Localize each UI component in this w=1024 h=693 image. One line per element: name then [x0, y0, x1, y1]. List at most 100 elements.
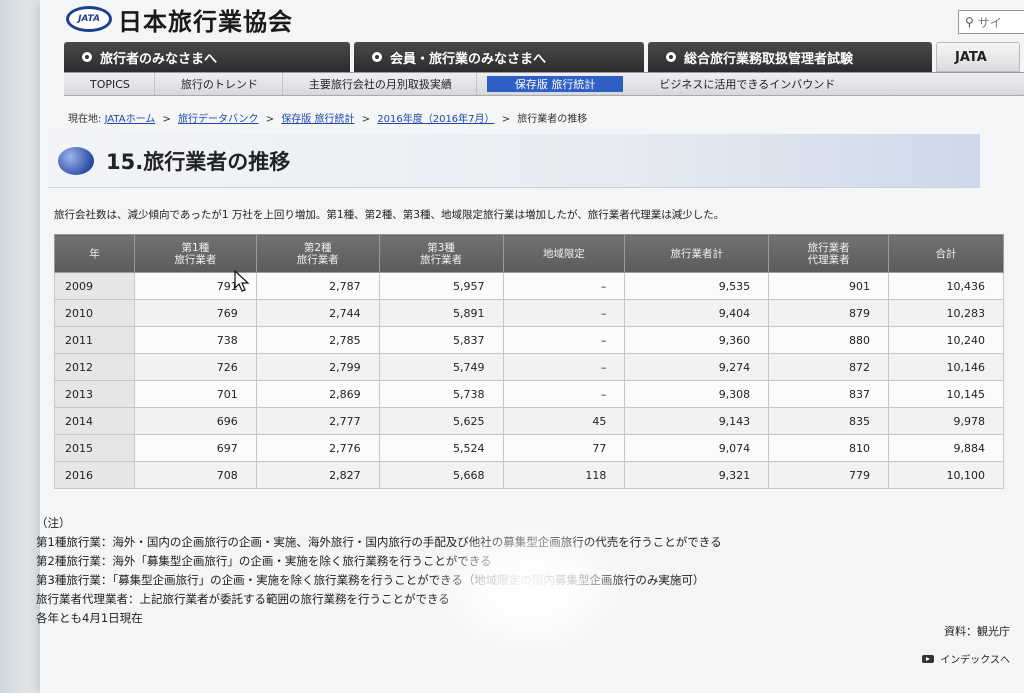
- table-cell: 837: [768, 380, 890, 408]
- note-line: 各年とも4月1日現在: [36, 611, 143, 625]
- table-cell: –: [502, 353, 626, 381]
- table-cell: –: [502, 380, 626, 408]
- note-line: 第2種旅行業：海外「募集型企画旅行」の企画・実施を除く旅行業務を行うことができる: [36, 554, 492, 568]
- table-row: 2015 697 2,776 5,524 77 9,074 810 9,884: [54, 434, 1004, 462]
- table-cell: 701: [133, 380, 257, 408]
- table-cell: 810: [768, 434, 890, 462]
- tab-members[interactable]: 会員・旅行業のみなさまへ: [354, 42, 644, 72]
- breadcrumb-separator: >: [162, 114, 171, 125]
- table-header-cell: 旅行業者 代理業者: [768, 234, 890, 273]
- tab-travelers[interactable]: 旅行者のみなさまへ: [64, 42, 350, 72]
- table-cell: 880: [768, 326, 890, 354]
- table-year-cell: 2013: [54, 380, 135, 408]
- tab-label: 旅行者のみなさまへ: [100, 51, 218, 67]
- bullet-icon: [82, 52, 92, 62]
- table-row: 2013 701 2,869 5,738–9,308 837 10,145: [54, 380, 1004, 408]
- breadcrumb-separator: >: [501, 114, 511, 125]
- note-line: 第1種旅行業：海外・国内の企画旅行の企画・実施、海外旅行・国内旅行の手配及び他社…: [36, 535, 722, 549]
- table-cell: 10,436: [888, 272, 1004, 300]
- breadcrumb-separator: >: [361, 114, 371, 125]
- table-row: 2009 791 2,787 5,957–9,535 901 10,436: [54, 272, 1004, 300]
- table-header-row: 年第1種 旅行業者 第2種 旅行業者 第3種 旅行業者 地域限定 旅行業者計 旅行業者 代…: [54, 234, 1004, 273]
- subnav-inbound[interactable]: ビジネスに活用できるインバウンド: [633, 73, 859, 95]
- table-cell: 2,799: [255, 353, 380, 381]
- table-cell: 10,283: [888, 299, 1004, 327]
- search-input[interactable]: ⚲ サイ: [958, 10, 1024, 34]
- table-cell: 696: [133, 407, 257, 435]
- breadcrumb-databank[interactable]: 旅行データバンク: [178, 114, 259, 125]
- table-cell: 2,785: [255, 326, 380, 354]
- table-year-cell: 2014: [54, 407, 135, 435]
- table-cell: 2,776: [255, 434, 380, 462]
- table-row: 2010 769 2,744 5,891–9,404 879 10,283: [54, 299, 1004, 327]
- tab-label: 会員・旅行業のみなさまへ: [390, 51, 547, 67]
- table-year-cell: 2010: [54, 299, 135, 327]
- table-row: 2011 738 2,785 5,837–9,360 880 10,240: [54, 326, 1004, 354]
- table-cell: 697: [133, 434, 257, 462]
- table-cell: –: [502, 272, 626, 300]
- table-cell: 9,404: [624, 299, 770, 327]
- subnav-travel-statistics[interactable]: 保存版 旅行統計: [486, 76, 624, 92]
- arrow-icon: [922, 654, 935, 663]
- table-cell: 9,884: [888, 434, 1004, 462]
- site-brand[interactable]: JATA 日本旅行業協会: [66, 2, 293, 36]
- tab-jata[interactable]: JATA: [936, 42, 1020, 72]
- breadcrumb-home[interactable]: JATAホーム: [105, 114, 156, 125]
- subnav-trend[interactable]: 旅行のトレンド: [155, 73, 283, 95]
- globe-icon: [58, 146, 94, 175]
- table-cell: 10,240: [888, 326, 1004, 354]
- note-line: 第3種旅行業：「募集型企画旅行」の企画・実施を除く旅行業務を行うことができる（地…: [36, 573, 705, 587]
- table-header-cell: 第1種 旅行業者: [133, 234, 257, 273]
- breadcrumb-fiscal-year[interactable]: 2016年度（2016年7月）: [377, 114, 494, 125]
- table-cell: 2,744: [255, 299, 380, 327]
- breadcrumb: 現在地: JATAホーム > 旅行データバンク > 保存版 旅行統計 > 201…: [68, 110, 587, 125]
- table-header-cell: 地域限定: [502, 234, 626, 273]
- table-cell: 835: [768, 407, 890, 435]
- table-cell: –: [502, 299, 626, 327]
- table-cell: 9,360: [624, 326, 770, 354]
- table-cell: 9,535: [624, 272, 770, 300]
- browser-left-margin: [0, 0, 40, 693]
- table-cell: 5,837: [378, 326, 504, 354]
- table-cell: 5,668: [378, 461, 504, 489]
- table-year-cell: 2011: [54, 326, 135, 354]
- breadcrumb-separator: >: [265, 114, 275, 125]
- tab-exam[interactable]: 総合旅行業務取扱管理者試験: [648, 42, 932, 72]
- breadcrumb-prefix: 現在地:: [68, 114, 102, 125]
- table-header-cell: 年: [54, 234, 135, 273]
- index-link-label: インデックスへ: [940, 655, 1010, 666]
- table-cell: 9,274: [624, 353, 770, 381]
- table-cell: 769: [133, 299, 257, 327]
- page-title: 15.旅行業者の推移: [106, 149, 291, 174]
- table-cell: 2,777: [255, 407, 380, 435]
- table-year-cell: 2012: [54, 353, 135, 381]
- table-cell: 9,308: [624, 380, 770, 408]
- table-year-cell: 2009: [54, 272, 135, 300]
- subnav-monthly-results[interactable]: 主要旅行会社の月別取扱実績: [283, 73, 477, 95]
- search-icon[interactable]: ⚲: [965, 15, 974, 29]
- subnav-topics[interactable]: TOPICS: [64, 73, 155, 95]
- table-cell: 5,625: [378, 407, 504, 435]
- sub-nav: TOPICS 旅行のトレンド 主要旅行会社の月別取扱実績 保存版 旅行統計 ビジ…: [64, 72, 1024, 96]
- table-cell: 5,891: [378, 299, 504, 327]
- table-header-cell: 第3種 旅行業者: [378, 234, 504, 273]
- table-cell: 77: [502, 434, 626, 462]
- index-link[interactable]: インデックスへ: [922, 651, 1010, 666]
- table-cell: 879: [768, 299, 890, 327]
- table-cell: 118: [502, 461, 626, 489]
- table-cell: 779: [768, 461, 890, 489]
- bullet-icon: [372, 52, 382, 62]
- table-cell: 738: [133, 326, 257, 354]
- table-year-cell: 2016: [54, 461, 135, 489]
- table-cell: 10,145: [888, 380, 1004, 408]
- breadcrumb-statistics[interactable]: 保存版 旅行統計: [281, 114, 354, 125]
- table-year-cell: 2015: [54, 434, 135, 462]
- table-header-cell: 第2種 旅行業者: [255, 234, 380, 273]
- table-cell: 5,749: [378, 353, 504, 381]
- main-nav: 旅行者のみなさまへ 会員・旅行業のみなさまへ 総合旅行業務取扱管理者試験 JAT…: [64, 42, 1020, 72]
- table-cell: 5,524: [378, 434, 504, 462]
- table-cell: –: [502, 326, 626, 354]
- table-row: 2014 696 2,777 5,625 45 9,143 835 9,978: [54, 407, 1004, 435]
- table-header-cell: 旅行業者計: [624, 234, 770, 273]
- table-cell: 9,074: [624, 434, 770, 462]
